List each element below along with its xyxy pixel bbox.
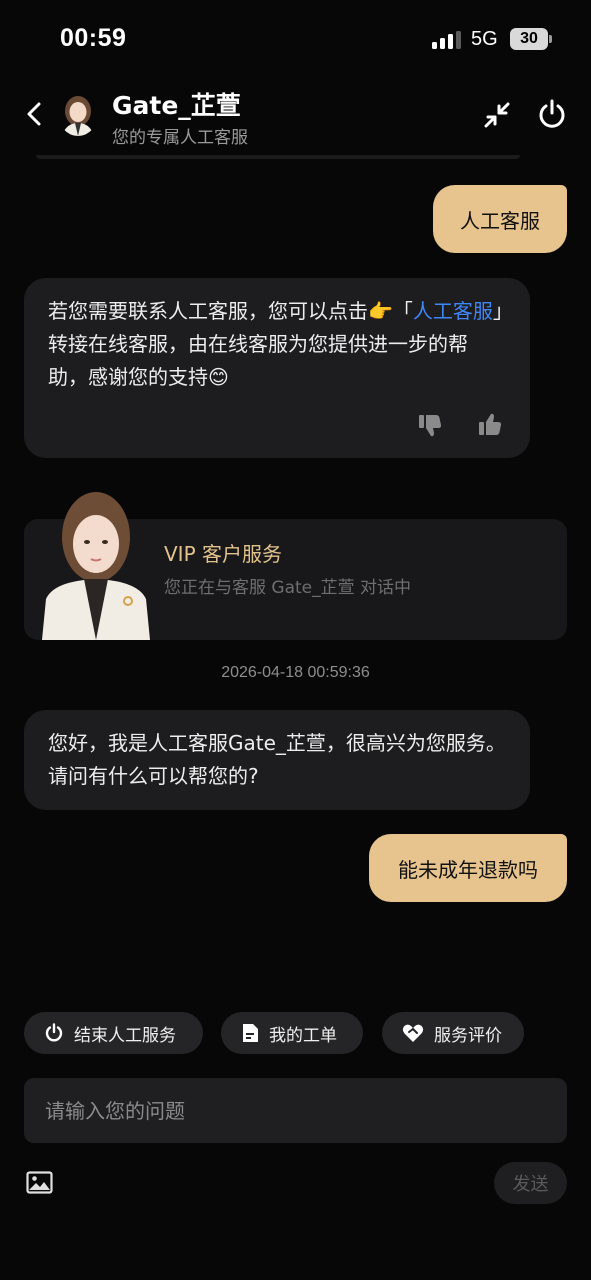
thumbs-down-button[interactable] (416, 411, 444, 439)
document-icon (243, 1024, 258, 1042)
back-button[interactable] (18, 94, 50, 134)
power-icon (45, 1023, 63, 1042)
bot-message: 若您需要联系人工客服，您可以点击👉「人工客服」转接在线客服，由在线客服为您提供进… (24, 278, 530, 458)
agent-avatar (58, 92, 98, 136)
user-message: 人工客服 (433, 185, 567, 253)
image-upload-button[interactable] (26, 1171, 53, 1194)
status-bar: 00:59 5G 30 (0, 0, 591, 80)
thumbs-up-icon (479, 413, 502, 435)
quick-action-label: 服务评价 (434, 1025, 502, 1046)
network-label: 5G (471, 28, 498, 50)
signal-icon (432, 31, 462, 49)
minimize-button[interactable] (482, 100, 512, 130)
send-button[interactable]: 发送 (494, 1162, 567, 1204)
image-icon (26, 1171, 53, 1194)
bot-message-text: 若您需要联系人工客服，您可以点击👉「 (48, 299, 413, 323)
user-message: 能未成年退款吗 (369, 834, 567, 902)
quick-action-label: 我的工单 (269, 1025, 337, 1046)
quick-actions: 结束人工服务 我的工单 服务评价 (0, 1012, 591, 1054)
collapse-arrows-icon (484, 102, 510, 128)
end-human-service-button[interactable]: 结束人工服务 (24, 1012, 203, 1054)
chat-header: Gate_芷萱 您的专属人工客服 (0, 80, 591, 156)
vip-title: VIP 客户服务 (164, 542, 282, 566)
status-time: 00:59 (60, 24, 127, 52)
thumbs-down-icon (419, 415, 442, 437)
battery-icon: 30 (510, 28, 548, 50)
message-timestamp: 2026-04-18 00:59:36 (221, 664, 370, 681)
agent-portrait (40, 489, 152, 640)
end-session-button[interactable] (536, 98, 568, 130)
message-input[interactable] (24, 1078, 567, 1143)
bot-message: 您好，我是人工客服Gate_芷萱，很高兴为您服务。请问有什么可以帮您的? (24, 710, 530, 810)
my-tickets-button[interactable]: 我的工单 (221, 1012, 363, 1054)
service-rating-button[interactable]: 服务评价 (382, 1012, 524, 1054)
previous-card-edge (36, 155, 520, 159)
agent-subtitle: 您的专属人工客服 (112, 128, 248, 148)
power-icon (539, 99, 565, 128)
thumbs-up-button[interactable] (476, 411, 504, 439)
vip-service-card: VIP 客户服务 您正在与客服 Gate_芷萱 对话中 (24, 492, 567, 640)
agent-name: Gate_芷萱 (112, 91, 241, 120)
battery-tip (549, 35, 552, 43)
heart-handshake-icon (402, 1024, 424, 1042)
human-service-link[interactable]: 人工客服 (413, 299, 493, 323)
quick-action-label: 结束人工服务 (74, 1025, 176, 1046)
chevron-left-icon (27, 102, 41, 126)
vip-subtitle: 您正在与客服 Gate_芷萱 对话中 (164, 578, 412, 598)
